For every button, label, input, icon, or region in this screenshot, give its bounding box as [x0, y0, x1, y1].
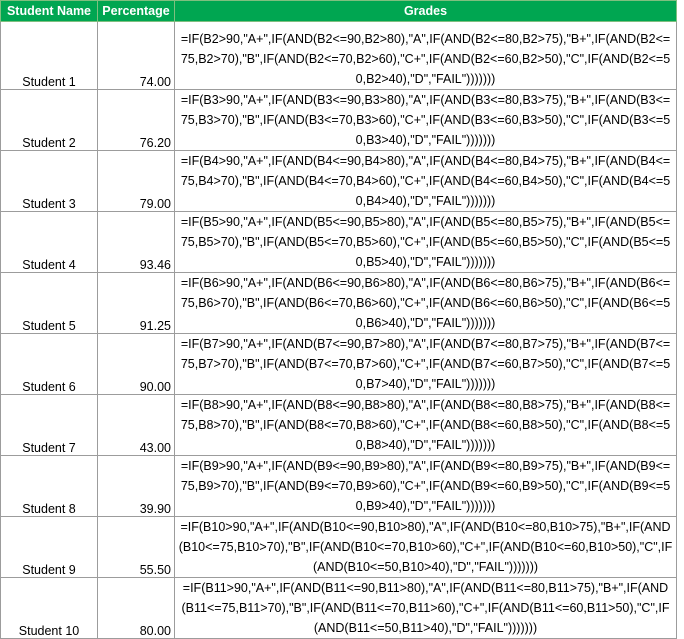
table-row: Student 6 90.00 =IF(B7>90,"A+",IF(AND(B7… — [0, 333, 677, 395]
grade-formula-cell[interactable]: =IF(B11>90,"A+",IF(AND(B11<=90,B11>80),"… — [174, 577, 677, 639]
percentage-cell[interactable]: 79.00 — [97, 150, 175, 212]
table-row: Student 7 43.00 =IF(B8>90,"A+",IF(AND(B8… — [0, 394, 677, 456]
header-student-name[interactable]: Student Name — [0, 0, 98, 22]
grade-formula-cell[interactable]: =IF(B9>90,"A+",IF(AND(B9<=90,B9>80),"A",… — [174, 455, 677, 517]
grade-formula-cell[interactable]: =IF(B10>90,"A+",IF(AND(B10<=90,B10>80),"… — [174, 516, 677, 578]
grade-formula-cell[interactable]: =IF(B3>90,"A+",IF(AND(B3<=90,B3>80),"A",… — [174, 89, 677, 151]
percentage-cell[interactable]: 91.25 — [97, 272, 175, 334]
table-row: Student 9 55.50 =IF(B10>90,"A+",IF(AND(B… — [0, 516, 677, 578]
grade-formula-cell[interactable]: =IF(B8>90,"A+",IF(AND(B8<=90,B8>80),"A",… — [174, 394, 677, 456]
header-percentage[interactable]: Percentage — [97, 0, 175, 22]
percentage-cell[interactable]: 93.46 — [97, 211, 175, 273]
table-row: Student 5 91.25 =IF(B6>90,"A+",IF(AND(B6… — [0, 272, 677, 334]
grade-formula-cell[interactable]: =IF(B2>90,"A+",IF(AND(B2<=90,B2>80),"A",… — [174, 21, 677, 90]
table-row: Student 1 74.00 =IF(B2>90,"A+",IF(AND(B2… — [0, 21, 677, 90]
student-name-cell[interactable]: Student 8 — [0, 455, 98, 517]
student-name-cell[interactable]: Student 1 — [0, 21, 98, 90]
table-row: Student 8 39.90 =IF(B9>90,"A+",IF(AND(B9… — [0, 455, 677, 517]
percentage-cell[interactable]: 74.00 — [97, 21, 175, 90]
percentage-cell[interactable]: 80.00 — [97, 577, 175, 639]
percentage-cell[interactable]: 43.00 — [97, 394, 175, 456]
student-name-cell[interactable]: Student 3 — [0, 150, 98, 212]
grade-formula-cell[interactable]: =IF(B7>90,"A+",IF(AND(B7<=90,B7>80),"A",… — [174, 333, 677, 395]
percentage-cell[interactable]: 55.50 — [97, 516, 175, 578]
table-row: Student 2 76.20 =IF(B3>90,"A+",IF(AND(B3… — [0, 89, 677, 151]
grades-table: Student Name Percentage Grades Student 1… — [0, 0, 677, 639]
percentage-cell[interactable]: 90.00 — [97, 333, 175, 395]
percentage-cell[interactable]: 39.90 — [97, 455, 175, 517]
percentage-cell[interactable]: 76.20 — [97, 89, 175, 151]
header-row: Student Name Percentage Grades — [0, 0, 677, 22]
student-name-cell[interactable]: Student 9 — [0, 516, 98, 578]
student-name-cell[interactable]: Student 10 — [0, 577, 98, 639]
grade-formula-cell[interactable]: =IF(B4>90,"A+",IF(AND(B4<=90,B4>80),"A",… — [174, 150, 677, 212]
header-grades[interactable]: Grades — [174, 0, 677, 22]
student-name-cell[interactable]: Student 7 — [0, 394, 98, 456]
grade-formula-cell[interactable]: =IF(B5>90,"A+",IF(AND(B5<=90,B5>80),"A",… — [174, 211, 677, 273]
student-name-cell[interactable]: Student 5 — [0, 272, 98, 334]
student-name-cell[interactable]: Student 2 — [0, 89, 98, 151]
table-row: Student 10 80.00 =IF(B11>90,"A+",IF(AND(… — [0, 577, 677, 639]
student-name-cell[interactable]: Student 6 — [0, 333, 98, 395]
student-name-cell[interactable]: Student 4 — [0, 211, 98, 273]
table-row: Student 4 93.46 =IF(B5>90,"A+",IF(AND(B5… — [0, 211, 677, 273]
grade-formula-cell[interactable]: =IF(B6>90,"A+",IF(AND(B6<=90,B6>80),"A",… — [174, 272, 677, 334]
table-row: Student 3 79.00 =IF(B4>90,"A+",IF(AND(B4… — [0, 150, 677, 212]
